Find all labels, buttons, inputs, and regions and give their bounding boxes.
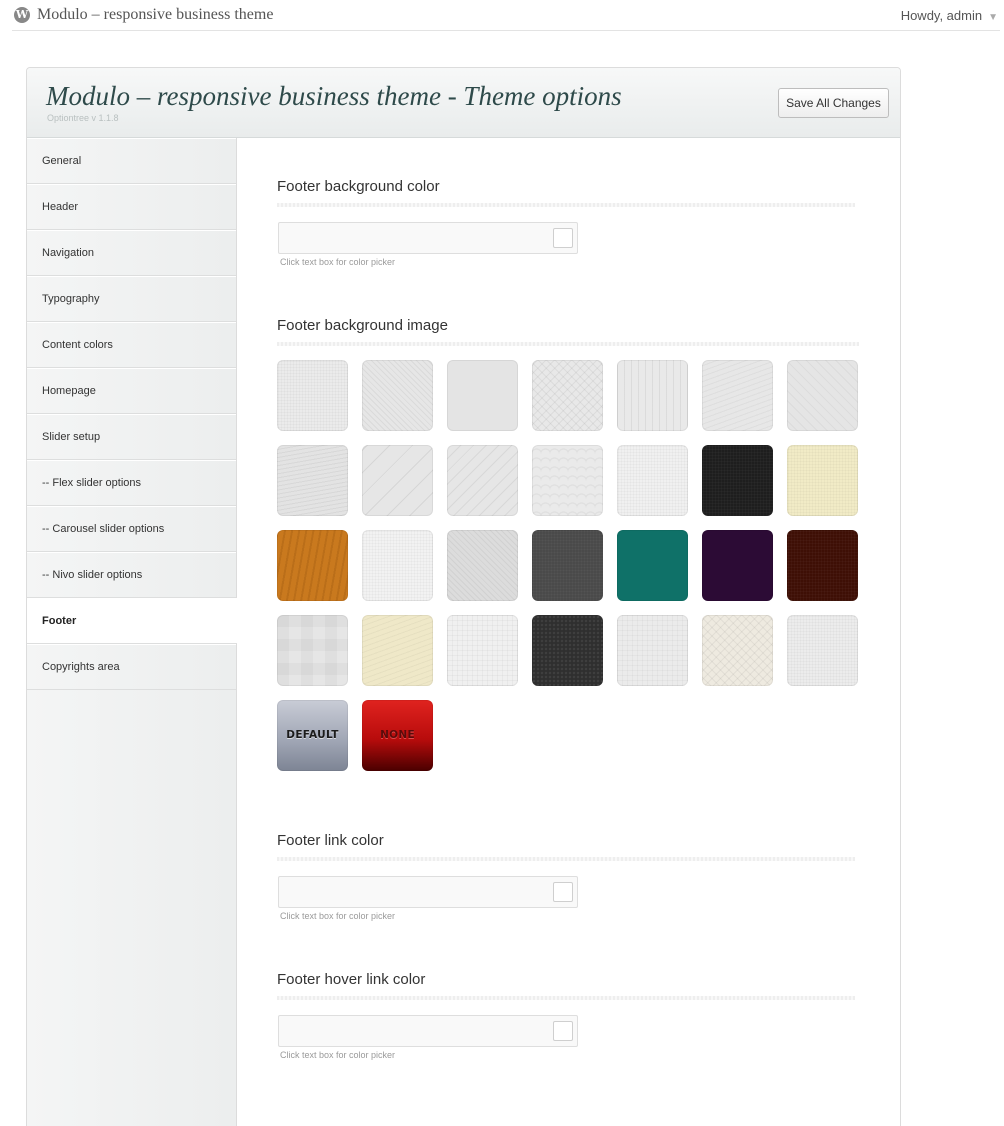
section-divider xyxy=(277,996,855,1000)
pattern-brown-leather-tile[interactable] xyxy=(787,530,858,601)
pattern-carbon-tile[interactable] xyxy=(532,615,603,686)
section-title-footer-background-color: Footer background color xyxy=(277,178,440,195)
section-title-footer-hover-link-color: Footer hover link color xyxy=(277,971,426,988)
pattern-scales-tile[interactable] xyxy=(532,445,603,516)
pattern-wood-tile[interactable] xyxy=(277,530,348,601)
pattern-purple-tile[interactable] xyxy=(702,530,773,601)
pattern-linen-tile[interactable] xyxy=(617,615,688,686)
pattern-stucco-tile[interactable] xyxy=(787,615,858,686)
sidebar-item-homepage[interactable]: Homepage xyxy=(27,368,236,414)
sidebar-item-navigation[interactable]: Navigation xyxy=(27,230,236,276)
pattern-black-leather-tile[interactable] xyxy=(702,445,773,516)
pattern-diagonal-medium-tile[interactable] xyxy=(447,445,518,516)
site-name-link[interactable]: Modulo – responsive business theme xyxy=(37,6,273,24)
page-title: Modulo – responsive business theme - The… xyxy=(46,81,622,111)
color-picker-hint: Click text box for color picker xyxy=(280,1050,396,1060)
footer-link-color-input[interactable] xyxy=(279,877,549,907)
pattern-cross-hatch-tile[interactable] xyxy=(532,360,603,431)
pattern-wave-light-tile[interactable] xyxy=(702,360,773,431)
none-background-tile[interactable]: NONE xyxy=(362,700,433,771)
pattern-noise-light-tile[interactable] xyxy=(277,360,348,431)
pattern-grid-faint-tile[interactable] xyxy=(447,615,518,686)
footer-hover-link-color-input[interactable] xyxy=(279,1016,549,1046)
version-label: Optiontree v 1.1.8 xyxy=(47,113,119,123)
pattern-cream-wave-tile[interactable] xyxy=(362,615,433,686)
theme-options-panel: Modulo – responsive business theme - The… xyxy=(26,67,901,1126)
pattern-cream-paper-tile[interactable] xyxy=(787,445,858,516)
color-swatch-icon[interactable] xyxy=(553,1021,573,1041)
tile-label: DEFAULT xyxy=(286,729,339,741)
footer-background-color-field xyxy=(278,222,578,254)
tile-label: NONE xyxy=(380,729,415,741)
sidebar-item-typography[interactable]: Typography xyxy=(27,276,236,322)
panel-header: Modulo – responsive business theme - The… xyxy=(27,68,900,138)
pattern-diagonal-fine-tile[interactable] xyxy=(362,360,433,431)
sidebar-item-footer[interactable]: Footer xyxy=(27,598,237,644)
pattern-diagonal-soft-tile[interactable] xyxy=(787,360,858,431)
options-sidebar: General Header Navigation Typography Con… xyxy=(27,138,237,1126)
footer-hover-link-color-field xyxy=(278,1015,578,1047)
pattern-vertical-stripes-tile[interactable] xyxy=(617,360,688,431)
wordpress-logo-icon[interactable]: W xyxy=(14,7,30,23)
default-background-tile[interactable]: DEFAULT xyxy=(277,700,348,771)
pattern-teal-tile[interactable] xyxy=(617,530,688,601)
sidebar-item-carousel-slider-options[interactable]: -- Carousel slider options xyxy=(27,506,236,552)
sidebar-item-copyrights-area[interactable]: Copyrights area xyxy=(27,644,236,690)
color-picker-hint: Click text box for color picker xyxy=(280,257,396,267)
admin-bar: W Modulo – responsive business theme How… xyxy=(12,0,1000,31)
footer-background-color-input[interactable] xyxy=(279,223,549,253)
sidebar-item-general[interactable]: General xyxy=(27,138,236,184)
pattern-diagonal-grey-tile[interactable] xyxy=(447,530,518,601)
pattern-diagonal-wide-tile[interactable] xyxy=(362,445,433,516)
color-picker-hint: Click text box for color picker xyxy=(280,911,396,921)
pattern-white-texture-tile[interactable] xyxy=(362,530,433,601)
pattern-speckle-tile[interactable] xyxy=(617,445,688,516)
howdy-label: Howdy, admin xyxy=(900,8,983,23)
sidebar-item-content-colors[interactable]: Content colors xyxy=(27,322,236,368)
sidebar-item-flex-slider-options[interactable]: -- Flex slider options xyxy=(27,460,236,506)
section-title-footer-background-image: Footer background image xyxy=(277,317,448,334)
sidebar-item-nivo-slider-options[interactable]: -- Nivo slider options xyxy=(27,552,236,598)
section-divider xyxy=(277,342,859,346)
section-divider xyxy=(277,203,855,207)
section-title-footer-link-color: Footer link color xyxy=(277,832,384,849)
color-swatch-icon[interactable] xyxy=(553,882,573,902)
footer-link-color-field xyxy=(278,876,578,908)
pattern-wave-dense-tile[interactable] xyxy=(277,445,348,516)
account-menu[interactable]: Howdy, admin ▼ xyxy=(901,8,998,23)
section-divider xyxy=(277,857,855,861)
pattern-squares-light-tile[interactable] xyxy=(277,615,348,686)
save-all-changes-button[interactable]: Save All Changes xyxy=(778,88,889,118)
pattern-diamond-beige-tile[interactable] xyxy=(702,615,773,686)
options-content: Footer background color Click text box f… xyxy=(238,138,900,1126)
background-image-grid: DEFAULT NONE xyxy=(277,360,877,780)
color-swatch-icon[interactable] xyxy=(553,228,573,248)
sidebar-item-header[interactable]: Header xyxy=(27,184,236,230)
chevron-down-icon: ▼ xyxy=(988,12,998,23)
pattern-plain-grey-tile[interactable] xyxy=(447,360,518,431)
sidebar-item-slider-setup[interactable]: Slider setup xyxy=(27,414,236,460)
pattern-dark-grey-tile[interactable] xyxy=(532,530,603,601)
